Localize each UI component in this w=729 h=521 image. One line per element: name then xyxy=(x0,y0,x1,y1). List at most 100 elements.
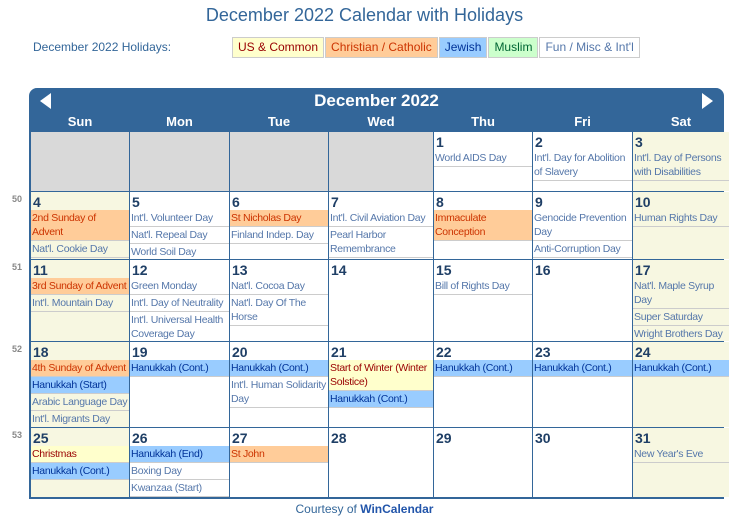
day-cell[interactable]: 26 Hanukkah (End) Boxing Day Kwanzaa (Start… xyxy=(130,428,229,497)
holiday-fun[interactable]: Green Monday xyxy=(130,278,229,295)
day-cell[interactable]: 31 New Year's Eve xyxy=(633,428,729,497)
weekday-header: Sat xyxy=(670,114,692,129)
day-cell[interactable]: 21 Start of Winter (Winter Solstice) Hanuk… xyxy=(329,342,433,427)
holiday-fun[interactable]: Nat'l. Cocoa Day xyxy=(230,278,328,295)
holiday-fun[interactable]: Pearl Harbor Remembrance xyxy=(329,227,433,258)
day-cell[interactable]: 22 Hanukkah (Cont.) xyxy=(434,342,532,427)
footer-credit: Courtesy of WinCalendar xyxy=(0,502,729,516)
day-cell[interactable]: 23 Hanukkah (Cont.) xyxy=(533,342,632,427)
holiday-fun[interactable]: Human Rights Day xyxy=(633,210,729,227)
day-cell[interactable]: 8 Immaculate Conception xyxy=(434,192,532,259)
holiday-fun[interactable]: Nat'l. Cookie Day xyxy=(31,241,129,258)
day-cell[interactable]: 10 Human Rights Day xyxy=(633,192,729,259)
day-cell[interactable]: 14 xyxy=(329,260,433,341)
day-number: 29 xyxy=(436,430,452,446)
weekday-header: Fri xyxy=(574,114,591,129)
holiday-fun[interactable]: Boxing Day xyxy=(130,463,229,480)
day-cell[interactable]: 27 St John xyxy=(230,428,328,497)
day-cell[interactable]: 4 2nd Sunday of Advent Nat'l. Cookie Day xyxy=(31,192,129,259)
day-number: 11 xyxy=(33,262,48,278)
day-cell[interactable]: 16 xyxy=(533,260,632,341)
day-cell[interactable]: 24 Hanukkah (Cont.) xyxy=(633,342,729,427)
holiday-fun[interactable]: Int'l. Universal Health Coverage Day xyxy=(130,312,229,341)
holiday-fun[interactable]: Int'l. Day of Persons with Disabilities xyxy=(633,150,729,181)
day-cell[interactable]: 30 xyxy=(533,428,632,497)
day-cell[interactable]: 5 Int'l. Volunteer Day Nat'l. Repeal Day Wo… xyxy=(130,192,229,259)
day-cell[interactable]: 17 Nat'l. Maple Syrup Day Super Saturday Wr… xyxy=(633,260,729,341)
holiday-us[interactable]: Start of Winter (Winter Solstice) xyxy=(329,360,433,391)
holiday-fun[interactable]: New Year's Eve xyxy=(633,446,729,463)
holiday-jew[interactable]: Hanukkah (Cont.) xyxy=(230,360,328,377)
day-cell[interactable]: 6 St Nicholas Day Finland Indep. Day xyxy=(230,192,328,259)
holiday-fun[interactable]: Wright Brothers Day xyxy=(633,326,729,341)
holiday-fun[interactable]: World Soil Day xyxy=(130,244,229,259)
holiday-fun[interactable]: Nat'l. Day Of The Horse xyxy=(230,295,328,326)
day-cell[interactable]: 18 4th Sunday of Advent Hanukkah (Start) Ar… xyxy=(31,342,129,427)
day-cell[interactable]: 13 Nat'l. Cocoa Day Nat'l. Day Of The Hors… xyxy=(230,260,328,341)
holiday-fun[interactable]: Nat'l. Maple Syrup Day xyxy=(633,278,729,309)
day-cell[interactable]: 12 Green Monday Int'l. Day of Neutrality In… xyxy=(130,260,229,341)
holiday-fun[interactable]: Super Saturday xyxy=(633,309,729,326)
holiday-fun[interactable]: Int'l. Human Solidarity Day xyxy=(230,377,328,408)
weekday-header: Tue xyxy=(267,114,291,129)
legend-label: December 2022 Holidays: xyxy=(33,40,172,54)
day-cell[interactable]: 11 3rd Sunday of Advent Int'l. Mountain Da… xyxy=(31,260,129,341)
day-cell[interactable]: 7 Int'l. Civil Aviation Day Pearl Harbor R… xyxy=(329,192,433,259)
day-cell[interactable]: 19 Hanukkah (Cont.) xyxy=(130,342,229,427)
holiday-fun[interactable]: Int'l. Volunteer Day xyxy=(130,210,229,227)
legend-fun: Fun / Misc & Int'l xyxy=(539,37,640,58)
holiday-fun[interactable]: Bill of Rights Day xyxy=(434,278,532,295)
day-cell[interactable]: 20 Hanukkah (Cont.) Int'l. Human Solidarit… xyxy=(230,342,328,427)
holiday-chr[interactable]: 3rd Sunday of Advent xyxy=(31,278,129,295)
day-cell[interactable]: 1 World AIDS Day xyxy=(434,132,532,191)
holiday-fun[interactable]: Nat'l. Repeal Day xyxy=(130,227,229,244)
holiday-fun[interactable]: Kwanzaa (Start) xyxy=(130,480,229,497)
holiday-jew[interactable]: Hanukkah (End) xyxy=(130,446,229,463)
holiday-fun[interactable]: World AIDS Day xyxy=(434,150,532,167)
day-number: 9 xyxy=(535,194,543,210)
day-number: 21 xyxy=(331,344,347,360)
day-cell[interactable]: 3 Int'l. Day of Persons with Disabilities xyxy=(633,132,729,191)
holiday-chr[interactable]: St Nicholas Day xyxy=(230,210,328,227)
holiday-jew[interactable]: Hanukkah (Start) xyxy=(31,377,129,394)
day-number: 18 xyxy=(33,344,49,360)
holiday-jew[interactable]: Hanukkah (Cont.) xyxy=(434,360,532,377)
wincalendar-link[interactable]: WinCalendar xyxy=(360,502,433,516)
week-number: 53 xyxy=(12,430,23,440)
day-number: 27 xyxy=(232,430,248,446)
holiday-jew[interactable]: Hanukkah (Cont.) xyxy=(633,360,729,377)
day-cell[interactable]: 29 xyxy=(434,428,532,497)
holiday-chr[interactable]: 4th Sunday of Advent xyxy=(31,360,129,377)
holiday-chr[interactable]: St John xyxy=(230,446,328,463)
day-number: 4 xyxy=(33,194,41,210)
legend-jew: Jewish xyxy=(438,37,488,58)
prev-month-arrow-icon[interactable] xyxy=(40,93,51,109)
holiday-fun[interactable]: Int'l. Migrants Day xyxy=(31,411,129,427)
holiday-fun[interactable]: Int'l. Mountain Day xyxy=(31,295,129,312)
day-number: 2 xyxy=(535,134,543,150)
next-month-arrow-icon[interactable] xyxy=(702,93,713,109)
holiday-chr[interactable]: 2nd Sunday of Advent xyxy=(31,210,129,241)
holiday-fun[interactable]: Int'l. Day of Neutrality xyxy=(130,295,229,312)
holiday-us[interactable]: Christmas xyxy=(31,446,129,463)
holiday-jew[interactable]: Hanukkah (Cont.) xyxy=(31,463,129,480)
day-cell[interactable]: 28 xyxy=(329,428,433,497)
holiday-jew[interactable]: Hanukkah (Cont.) xyxy=(533,360,632,377)
holiday-fun[interactable]: Anti-Corruption Day xyxy=(533,241,632,258)
day-cell[interactable]: 15 Bill of Rights Day xyxy=(434,260,532,341)
day-number: 8 xyxy=(436,194,444,210)
holiday-fun[interactable]: Int'l. Day for Abolition of Slavery xyxy=(533,150,632,181)
holiday-fun[interactable]: Int'l. Civil Aviation Day xyxy=(329,210,433,227)
holiday-chr[interactable]: Immaculate Conception xyxy=(434,210,532,241)
holiday-fun[interactable]: Finland Indep. Day xyxy=(230,227,328,244)
legend-us: US & Common xyxy=(232,37,325,58)
day-number: 28 xyxy=(331,430,347,446)
day-cell[interactable]: 9 Genocide Prevention Day Anti-Corruption … xyxy=(533,192,632,259)
holiday-jew[interactable]: Hanukkah (Cont.) xyxy=(130,360,229,377)
holiday-fun[interactable]: Arabic Language Day xyxy=(31,394,129,411)
day-number: 3 xyxy=(635,134,643,150)
day-cell[interactable]: 2 Int'l. Day for Abolition of Slavery xyxy=(533,132,632,191)
holiday-fun[interactable]: Genocide Prevention Day xyxy=(533,210,632,241)
holiday-jew[interactable]: Hanukkah (Cont.) xyxy=(329,391,433,408)
day-cell[interactable]: 25 Christmas Hanukkah (Cont.) xyxy=(31,428,129,497)
